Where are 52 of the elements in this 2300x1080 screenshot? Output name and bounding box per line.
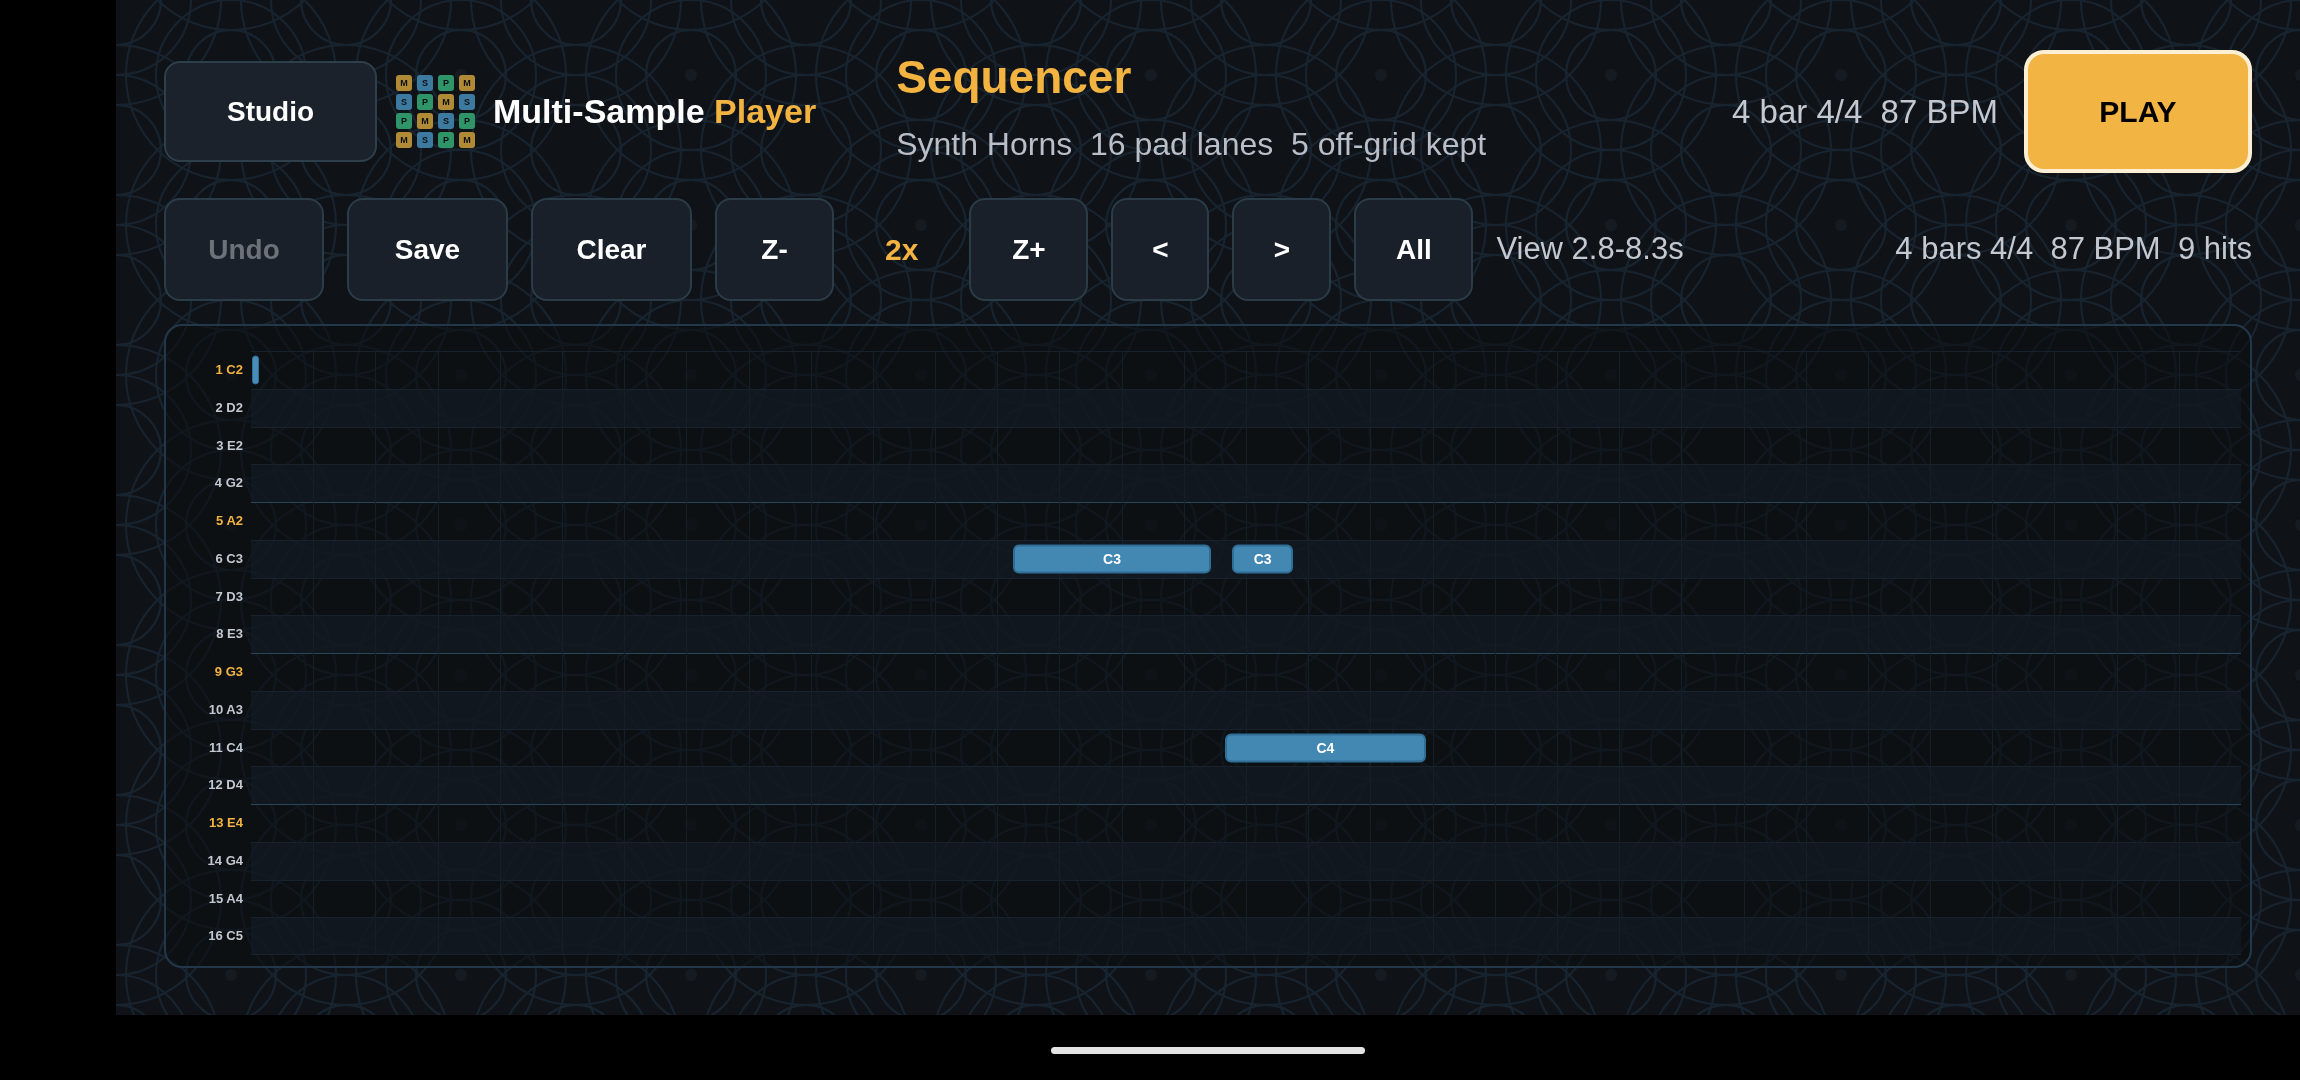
logo-tile: P <box>396 113 412 129</box>
lane-label: 8 E3 <box>215 625 244 644</box>
note-block[interactable]: C3 <box>1232 544 1294 574</box>
logo-tile: M <box>459 132 475 148</box>
lane-label: 9 G3 <box>213 663 244 682</box>
lane-label: 2 D2 <box>214 398 244 417</box>
lane-label: 11 C4 <box>208 738 244 757</box>
sequence-stats: 4 bars 4/4 87 BPM 9 hits <box>1895 230 2252 269</box>
zoom-level: 2x <box>885 232 919 268</box>
lane-label: 6 C3 <box>214 549 244 568</box>
logo-tile: P <box>459 113 475 129</box>
play-button[interactable]: PLAY <box>2024 50 2252 173</box>
studio-button[interactable]: Studio <box>164 61 377 162</box>
subtitle: Synth Horns 16 pad lanes 5 off-grid kept <box>896 125 1487 164</box>
toolbar-button[interactable]: Z+ <box>969 198 1089 301</box>
note-marker[interactable] <box>252 355 259 385</box>
logo-tile: M <box>438 94 454 110</box>
lane-label: 16 C5 <box>207 927 244 946</box>
toolbar-button[interactable]: > <box>1232 198 1332 301</box>
lane-label: 3 E2 <box>215 436 244 455</box>
toolbar-button[interactable]: All <box>1354 198 1474 301</box>
logo-tile: P <box>438 75 454 91</box>
lane-label: 7 D3 <box>214 587 244 606</box>
lane-label: 4 G2 <box>213 474 244 493</box>
app-name: Multi-Sample Player <box>493 91 817 132</box>
toolbar-button[interactable]: Z- <box>715 198 834 301</box>
lane-label: 13 E4 <box>208 814 244 833</box>
view-range: View 2.8-8.3s <box>1496 230 1684 269</box>
lane-label: 15 A4 <box>207 889 244 908</box>
logo-tile: M <box>417 113 433 129</box>
note-block[interactable]: C3 <box>1012 544 1211 574</box>
lane-label: 14 G4 <box>206 851 244 870</box>
note-block[interactable]: C4 <box>1224 733 1426 763</box>
logo-tile: M <box>396 132 412 148</box>
logo-tile: M <box>396 75 412 91</box>
lane-label: 5 A2 <box>215 512 244 531</box>
logo-tile: S <box>396 94 412 110</box>
lane-label: 12 D4 <box>207 776 244 795</box>
toolbar-button[interactable]: Clear <box>531 198 692 301</box>
logo-tile: S <box>417 132 433 148</box>
logo-tile: S <box>459 94 475 110</box>
lane-label: 10 A3 <box>207 700 244 719</box>
logo-tile: M <box>459 75 475 91</box>
logo-tile: P <box>417 94 433 110</box>
logo-tile: S <box>438 113 454 129</box>
logo-tile: P <box>438 132 454 148</box>
lane-label: 1 C2 <box>214 361 244 380</box>
logo-tile: S <box>417 75 433 91</box>
page-title: Sequencer <box>896 50 1133 104</box>
tempo-readout: 4 bar 4/4 87 BPM <box>1732 91 1998 132</box>
toolbar-button[interactable]: < <box>1111 198 1210 301</box>
toolbar-button[interactable]: Save <box>347 198 508 301</box>
